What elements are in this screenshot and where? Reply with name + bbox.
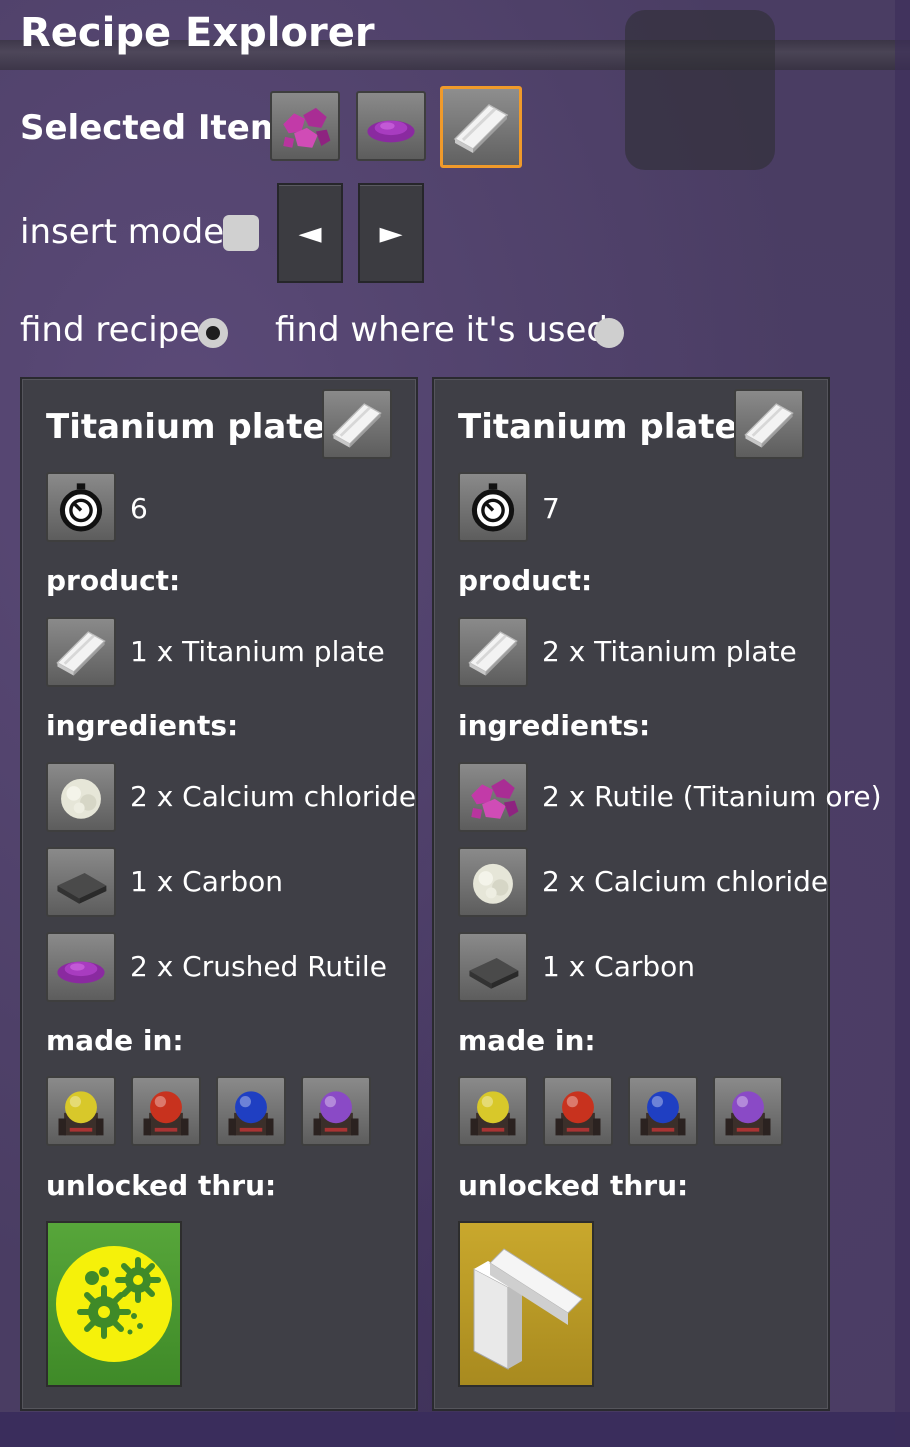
titanium-plate-icon — [328, 395, 386, 453]
ingredient-text: 2 x Rutile (Titanium ore) — [542, 780, 882, 813]
ingredient-text: 1 x Carbon — [130, 865, 284, 898]
recipe-card: Titanium plate: 7 product: 2 x Titanium … — [432, 377, 882, 1411]
calcium-chloride-icon — [52, 768, 110, 826]
purple-furnace-icon — [306, 1081, 366, 1141]
product-heading: product: — [46, 564, 181, 597]
machine-slot[interactable] — [713, 1076, 783, 1146]
find-used-radio[interactable] — [594, 318, 624, 348]
ingredients-heading: ingredients: — [458, 709, 651, 742]
prev-button[interactable]: ◄ — [277, 183, 343, 283]
selected-item-label: Selected Item — [20, 108, 286, 148]
next-button[interactable]: ► — [358, 183, 424, 283]
craft-time: 7 — [542, 492, 560, 525]
machine-slot[interactable] — [216, 1076, 286, 1146]
yellow-furnace-icon — [51, 1081, 111, 1141]
rutile-ore-icon — [276, 97, 334, 155]
calcium-chloride-icon — [464, 853, 522, 911]
product-heading: product: — [458, 564, 593, 597]
insert-mode-checkbox[interactable] — [223, 215, 259, 251]
window-title: Recipe Explorer — [20, 10, 375, 56]
ingredient-text: 2 x Crushed Rutile — [130, 950, 387, 983]
purple-furnace-icon — [718, 1081, 778, 1141]
titanium-plate-icon — [740, 395, 798, 453]
titanium-plate-icon — [52, 623, 110, 681]
stopwatch-icon — [466, 480, 520, 534]
machine-slot[interactable] — [458, 1076, 528, 1146]
craft-time-slot — [46, 472, 116, 542]
find-used-label: find where it's used — [275, 310, 608, 350]
background-edge — [895, 0, 910, 1447]
recipe-title: Titanium plate: — [458, 407, 752, 447]
made-in-heading: made in: — [458, 1024, 596, 1057]
find-recipe-radio[interactable] — [198, 318, 228, 348]
blue-furnace-icon — [633, 1081, 693, 1141]
made-in-heading: made in: — [46, 1024, 184, 1057]
recipe-card: Titanium plate: 6 product: 1 x Titanium … — [20, 377, 418, 1411]
unlocked-heading: unlocked thru: — [458, 1169, 689, 1202]
machine-slot[interactable] — [131, 1076, 201, 1146]
red-furnace-icon — [548, 1081, 608, 1141]
red-furnace-icon — [136, 1081, 196, 1141]
titanium-plate-icon — [464, 623, 522, 681]
product-slot[interactable] — [46, 617, 116, 687]
ingredient-slot[interactable] — [458, 847, 528, 917]
recipe-title: Titanium plate: — [46, 407, 340, 447]
ingredient-slot[interactable] — [46, 847, 116, 917]
ingredient-text: 2 x Calcium chloride — [130, 780, 417, 813]
yellow-furnace-icon — [463, 1081, 523, 1141]
ingredient-text: 2 x Calcium chloride — [542, 865, 829, 898]
arrow-right-icon: ► — [379, 215, 403, 251]
titanium-plate-icon — [449, 95, 513, 159]
technology-button[interactable] — [458, 1221, 594, 1387]
crushed-rutile-icon — [362, 97, 420, 155]
recipe-result-slot[interactable] — [734, 389, 804, 459]
carbon-icon — [464, 938, 522, 996]
ingredient-slot[interactable] — [46, 932, 116, 1002]
arrow-left-icon: ◄ — [298, 215, 322, 251]
background-ground — [0, 1412, 910, 1447]
background-machine — [625, 10, 775, 170]
ingredient-slot[interactable] — [46, 762, 116, 832]
craft-time-slot — [458, 472, 528, 542]
machine-slot[interactable] — [46, 1076, 116, 1146]
ingredient-slot[interactable] — [458, 762, 528, 832]
unlocked-heading: unlocked thru: — [46, 1169, 277, 1202]
ingredients-heading: ingredients: — [46, 709, 239, 742]
titanium-plate-technology-icon — [473, 1248, 583, 1370]
machine-slot[interactable] — [543, 1076, 613, 1146]
product-text: 2 x Titanium plate — [542, 635, 797, 668]
ingredient-text: 1 x Carbon — [542, 950, 696, 983]
blue-furnace-icon — [221, 1081, 281, 1141]
ingredient-slot[interactable] — [458, 932, 528, 1002]
gears-technology-icon — [56, 1246, 172, 1362]
machine-slot[interactable] — [301, 1076, 371, 1146]
selected-item-titanium-plate[interactable] — [440, 86, 522, 168]
recipe-result-slot[interactable] — [322, 389, 392, 459]
product-text: 1 x Titanium plate — [130, 635, 385, 668]
crushed-rutile-icon — [52, 938, 110, 996]
craft-time: 6 — [130, 492, 148, 525]
stopwatch-icon — [54, 480, 108, 534]
machine-slot[interactable] — [628, 1076, 698, 1146]
product-slot[interactable] — [458, 617, 528, 687]
carbon-icon — [52, 853, 110, 911]
selected-item-crushed-rutile[interactable] — [356, 91, 426, 161]
technology-button[interactable] — [46, 1221, 182, 1387]
insert-mode-label: insert mode — [20, 212, 225, 252]
rutile-ore-icon — [464, 768, 522, 826]
find-recipe-label: find recipe — [20, 310, 201, 350]
selected-item-rutile-ore[interactable] — [270, 91, 340, 161]
